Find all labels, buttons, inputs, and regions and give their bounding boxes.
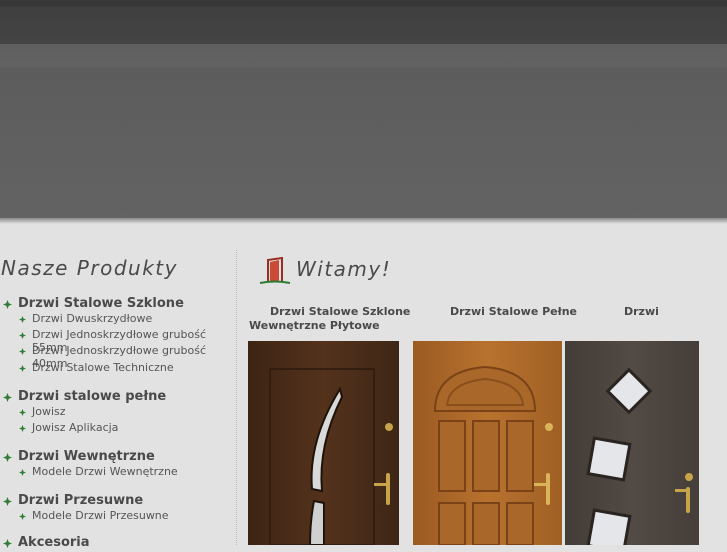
arrow-bullet-icon — [3, 300, 12, 309]
arrow-bullet-icon — [3, 497, 12, 506]
product-label-stalowe-szklone[interactable]: Drzwi Stalowe Szklone — [270, 305, 410, 318]
sidebar-title: Nasze Produkty — [1, 256, 178, 280]
sidebar-item-label[interactable]: Jowisz Aplikacja — [32, 421, 118, 434]
arrow-bullet-icon — [19, 425, 26, 432]
header-banner — [0, 44, 727, 220]
product-label-drzwi[interactable]: Drzwi — [624, 305, 659, 318]
sidebar-category-label[interactable]: Drzwi Wewnętrzne — [18, 449, 155, 464]
product-label-wewnetrzne-plytowe[interactable]: Wewnętrzne Płytowe — [249, 319, 380, 332]
product-image-drzwi[interactable] — [565, 341, 699, 545]
arrow-bullet-icon — [19, 348, 26, 355]
sidebar-category-drzwi-wewnetrzne[interactable]: Drzwi Wewnętrzne — [0, 449, 236, 466]
sidebar-item-drzwi-stalowe-techniczne[interactable]: Drzwi Stalowe Techniczne — [0, 361, 236, 377]
sidebar-item-label[interactable]: Modele Drzwi Wewnętrzne — [32, 465, 178, 478]
banner-shadow — [0, 218, 727, 224]
product-label-stalowe-pelne[interactable]: Drzwi Stalowe Pełne — [450, 305, 577, 318]
sidebar-item-label[interactable]: Jowisz — [32, 405, 66, 418]
arrow-bullet-icon — [3, 453, 12, 462]
sidebar-category-label[interactable]: Akcesoria — [18, 535, 90, 550]
top-bar — [0, 0, 727, 44]
sidebar-item-label[interactable]: Modele Drzwi Przesuwne — [32, 509, 169, 522]
sidebar-item-modele-drzwi-wewnetrzne[interactable]: Modele Drzwi Wewnętrzne — [0, 465, 236, 481]
sidebar-item-label[interactable]: Drzwi Stalowe Techniczne — [32, 361, 174, 374]
sidebar-category-drzwi-stalowe-szklone[interactable]: Drzwi Stalowe Szklone — [0, 296, 236, 313]
arrow-bullet-icon — [3, 393, 12, 402]
arrow-bullet-icon — [19, 513, 26, 520]
arrow-bullet-icon — [19, 316, 26, 323]
product-image-drzwi-stalowe-szklone[interactable] — [248, 341, 399, 545]
sidebar-category-label[interactable]: Drzwi Stalowe Szklone — [18, 296, 184, 311]
sidebar: Nasze Produkty Drzwi Stalowe Szklone Drz… — [0, 250, 236, 550]
page-title: Witamy! — [296, 257, 392, 281]
sidebar-item-drzwi-jednoskrzydlowe-55[interactable]: Drzwi Jednoskrzydłowe grubość 55mm — [0, 328, 236, 354]
arrow-bullet-icon — [3, 539, 12, 548]
sidebar-item-modele-drzwi-przesuwne[interactable]: Modele Drzwi Przesuwne — [0, 509, 236, 525]
column-divider — [236, 250, 237, 545]
arrow-bullet-icon — [19, 469, 26, 476]
arrow-bullet-icon — [19, 409, 26, 416]
sidebar-category-akcesoria[interactable]: Akcesoria — [0, 535, 236, 552]
sidebar-category-drzwi-stalowe-pelne[interactable]: Drzwi stalowe pełne — [0, 389, 236, 406]
arrow-bullet-icon — [19, 332, 26, 339]
sidebar-item-label[interactable]: Drzwi Dwuskrzydłowe — [32, 312, 152, 325]
sidebar-category-drzwi-przesuwne[interactable]: Drzwi Przesuwne — [0, 493, 236, 510]
product-image-drzwi-stalowe-pelne[interactable] — [413, 341, 562, 545]
sidebar-category-label[interactable]: Drzwi stalowe pełne — [18, 389, 166, 404]
door-icon — [259, 257, 291, 284]
sidebar-item-jowisz[interactable]: Jowisz — [0, 405, 236, 421]
sidebar-category-label[interactable]: Drzwi Przesuwne — [18, 493, 143, 508]
sidebar-item-drzwi-dwuskrzydlowe[interactable]: Drzwi Dwuskrzydłowe — [0, 312, 236, 328]
sidebar-item-drzwi-jednoskrzydlowe-40[interactable]: Drzwi Jednoskrzydłowe grubość 40mm — [0, 344, 236, 370]
sidebar-item-jowisz-aplikacja[interactable]: Jowisz Aplikacja — [0, 421, 236, 437]
arrow-bullet-icon — [19, 365, 26, 372]
